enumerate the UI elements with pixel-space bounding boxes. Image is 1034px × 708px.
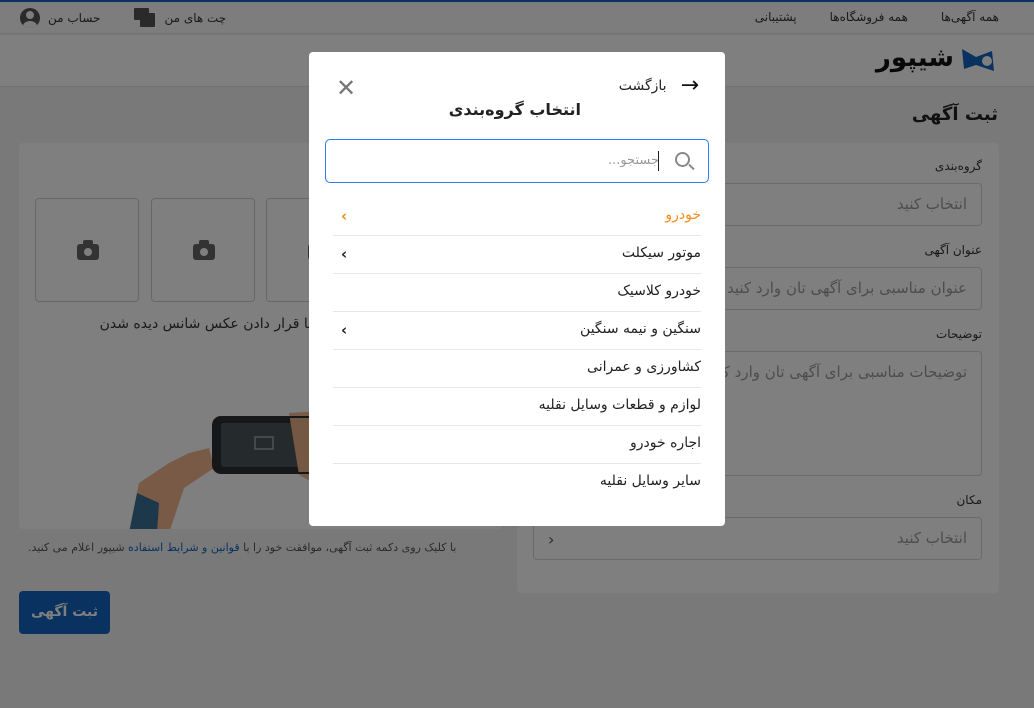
category-item-car[interactable]: خودرو ‹ — [333, 198, 701, 236]
category-item-car-rental[interactable]: اجاره خودرو — [333, 426, 701, 464]
category-item-classic-car[interactable]: خودرو کلاسیک — [333, 274, 701, 312]
close-icon[interactable]: ✕ — [336, 76, 356, 100]
category-item-other-vehicles[interactable]: سایر وسایل نقلیه — [333, 464, 701, 502]
category-item-motorcycle[interactable]: موتور سیکلت ‹ — [333, 236, 701, 274]
arrow-right-icon: → — [680, 73, 699, 98]
category-modal: → بازگشت ✕ انتخاب گروه‌بندی جستجو... خود… — [309, 52, 725, 526]
back-button[interactable]: → بازگشت — [619, 75, 699, 97]
category-label: لوازم و قطعات وسایل نقلیه — [538, 397, 701, 413]
category-label: موتور سیکلت — [621, 245, 701, 261]
category-label: خودرو — [665, 207, 701, 223]
category-label: سنگین و نیمه سنگین — [580, 321, 701, 337]
category-label: خودرو کلاسیک — [617, 283, 701, 299]
search-icon — [675, 152, 690, 167]
chevron-left-icon: ‹ — [341, 207, 348, 225]
category-item-heavy-vehicles[interactable]: سنگین و نیمه سنگین ‹ — [333, 312, 701, 350]
modal-title: انتخاب گروه‌بندی — [448, 100, 581, 119]
category-list: خودرو ‹ موتور سیکلت ‹ خودرو کلاسیک سنگین… — [333, 198, 701, 502]
category-label: کشاورزی و عمرانی — [587, 359, 701, 375]
back-label: بازگشت — [618, 78, 667, 94]
category-item-vehicle-parts[interactable]: لوازم و قطعات وسایل نقلیه — [333, 388, 701, 426]
category-label: سایر وسایل نقلیه — [599, 473, 701, 489]
chevron-left-icon: ‹ — [341, 245, 348, 263]
search-input[interactable]: جستجو... — [325, 139, 709, 183]
chevron-left-icon: ‹ — [341, 321, 348, 339]
category-item-agri-construction[interactable]: کشاورزی و عمرانی — [333, 350, 701, 388]
text-caret — [658, 151, 659, 171]
search-placeholder: جستجو... — [607, 153, 659, 168]
category-label: اجاره خودرو — [630, 435, 701, 451]
